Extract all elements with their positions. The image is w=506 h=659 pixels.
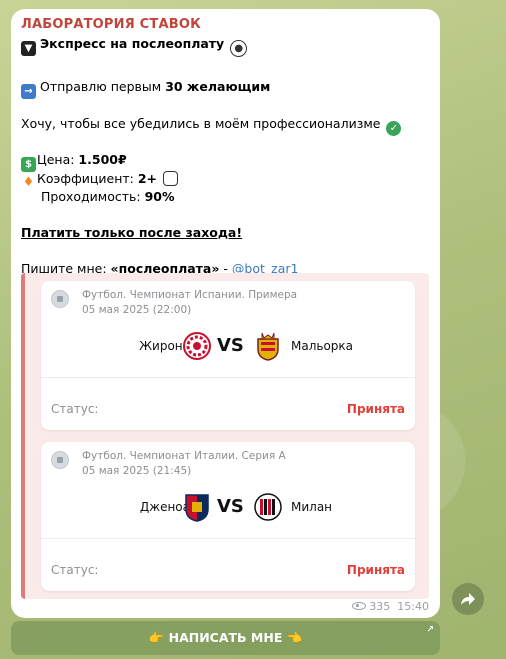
external-link-icon: ↗ <box>426 625 434 635</box>
message-bubble: ЛАБОРАТОРИЯ СТАВОК ▼ Экспресс на послеопл… <box>11 9 440 618</box>
coefficient-value: 2+ <box>137 171 158 186</box>
mobile-arrow-icon: → <box>21 84 36 99</box>
girona-crest-icon <box>183 332 211 360</box>
message-title: Экспресс на послеоплату <box>40 36 225 51</box>
match-card: Футбол. Чемпионат Италии. Серия А 05 мая… <box>41 442 415 591</box>
card-divider <box>41 377 415 378</box>
price-line: $ Цена: 1.500₽ <box>21 152 127 172</box>
pass-label: Проходимость: <box>41 189 145 204</box>
soccer-ball-icon <box>51 451 69 469</box>
pay-after-text: Платить только после захода! <box>21 225 243 240</box>
channel-name[interactable]: ЛАБОРАТОРИЯ СТАВОК <box>21 17 201 32</box>
offer-prefix: Отправлю первым <box>40 79 166 94</box>
phone-icon: ▼ <box>21 41 36 56</box>
views-eye-icon <box>352 602 367 610</box>
bets-image[interactable]: Футбол. Чемпионат Испании. Примера 05 ма… <box>21 273 429 599</box>
coefficient-label: Коэффициент: <box>37 171 138 186</box>
pass-line: Проходимость: 90% <box>41 189 175 204</box>
mallorca-crest-icon <box>257 332 279 361</box>
coefficient-line: ♦ Коэффициент: 2+ <box>21 171 182 190</box>
offer-bold: 30 желающим <box>165 79 271 94</box>
status-label: Статус: <box>51 402 99 416</box>
status-value: Принята <box>346 402 405 416</box>
message-meta: 335 15:40 <box>352 600 429 613</box>
status-value: Принята <box>346 563 405 577</box>
write-me-label: 👉 НАПИСАТЬ МНЕ 👈 <box>148 630 303 645</box>
forward-button[interactable] <box>452 583 484 615</box>
verified-check-icon: ✓ <box>386 121 402 136</box>
views-count: 335 <box>369 600 391 613</box>
professional-text: Хочу, чтобы все убедились в моём професс… <box>21 116 381 131</box>
match-date: 05 мая 2025 (22:00) <box>82 304 192 316</box>
message-title-line: ▼ Экспресс на послеоплату ● <box>21 36 251 57</box>
league-name: Футбол. Чемпионат Испании. Примера <box>82 289 298 301</box>
soccer-ball-icon: ● <box>230 40 248 57</box>
away-team: Милан <box>291 500 333 514</box>
professional-line: Хочу, чтобы все убедились в моём професс… <box>21 116 405 136</box>
message-time: 15:40 <box>397 600 429 613</box>
versus-label: VS <box>217 335 244 356</box>
status-label: Статус: <box>51 563 99 577</box>
price-label: Цена: <box>37 152 79 167</box>
square-icon <box>163 171 178 186</box>
fire-icon: ♦ <box>22 175 35 190</box>
match-date: 05 мая 2025 (21:45) <box>82 465 192 477</box>
versus-label: VS <box>217 496 244 517</box>
price-value: 1.500₽ <box>78 152 127 167</box>
offer-line: → Отправлю первым 30 желающим <box>21 79 270 99</box>
milan-crest-icon <box>254 493 282 521</box>
league-name: Футбол. Чемпионат Италии. Серия А <box>82 450 286 462</box>
away-team: Мальорка <box>291 339 354 353</box>
soccer-ball-icon <box>51 290 69 308</box>
pass-value: 90% <box>144 189 175 204</box>
forward-arrow-icon <box>461 593 475 605</box>
genoa-crest-icon <box>185 494 209 522</box>
money-icon: $ <box>21 157 36 172</box>
match-card: Футбол. Чемпионат Испании. Примера 05 ма… <box>41 281 415 430</box>
write-me-button[interactable]: 👉 НАПИСАТЬ МНЕ 👈 ↗ <box>11 621 440 655</box>
card-divider <box>41 538 415 539</box>
